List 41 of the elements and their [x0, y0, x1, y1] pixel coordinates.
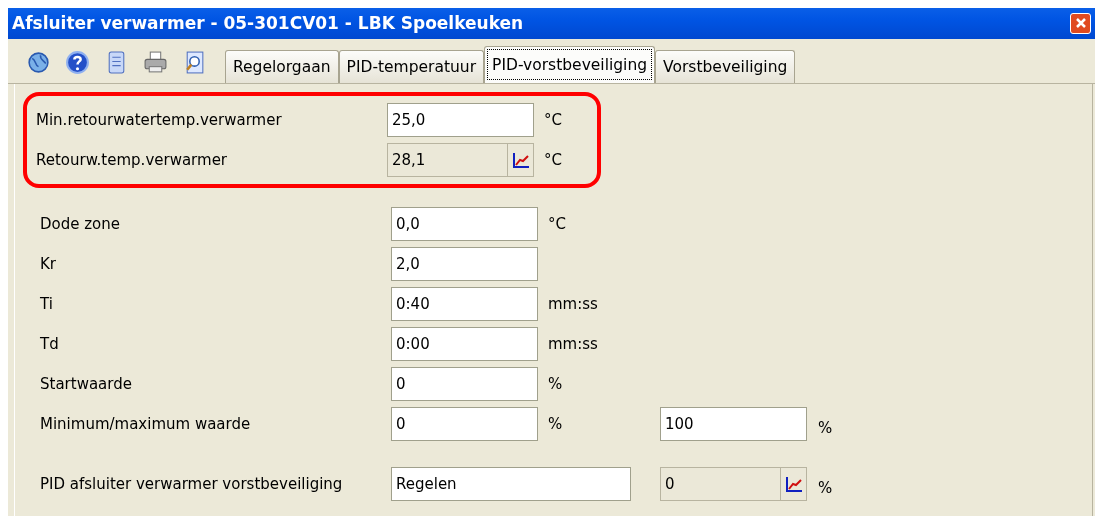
unit-label: °C [544, 110, 562, 129]
input-field[interactable]: Regelen [391, 467, 631, 501]
field-value: 0 [664, 475, 676, 493]
input-field[interactable]: 0,0 [391, 207, 538, 241]
input-field[interactable]: 0:40 [391, 287, 538, 321]
window-title: Afsluiter verwarmer - 05-301CV01 - LBK Spoelkeuken [12, 13, 524, 34]
printer-icon[interactable] [143, 49, 168, 75]
field-label: Min.retourwatertemp.verwarmer [35, 111, 283, 129]
input-field[interactable]: 0:00 [391, 327, 538, 361]
unit-label: % [548, 374, 563, 393]
field-label: Td [39, 335, 60, 353]
field-value: 28,1 [391, 151, 427, 169]
unit-label: % [818, 418, 833, 437]
field-label: Dode zone [39, 215, 122, 233]
unit-label: % [818, 478, 833, 497]
field-label: PID afsluiter verwarmer vorstbeveiliging [39, 475, 344, 493]
input-field[interactable]: 25,0 [387, 103, 534, 137]
help-icon[interactable] [65, 49, 90, 75]
input-field[interactable]: 100 [660, 407, 807, 441]
globe-icon[interactable] [26, 49, 51, 75]
input-field[interactable]: 2,0 [391, 247, 538, 281]
field-label: Startwaarde [39, 375, 133, 393]
trend-chart-icon [783, 475, 804, 493]
close-icon [1074, 17, 1087, 30]
unit-label: °C [548, 214, 566, 233]
tab[interactable]: PID-temperatuur [338, 50, 485, 83]
input-field[interactable]: 0 [391, 407, 538, 441]
field-label: Retourw.temp.verwarmer [35, 151, 229, 169]
tab[interactable]: Regelorgaan [225, 50, 339, 83]
input-field[interactable]: 0 [391, 367, 538, 401]
field-label: Minimum/maximum waarde [39, 415, 252, 433]
unit-label: mm:ss [548, 334, 598, 353]
unit-label: mm:ss [548, 294, 598, 313]
tab[interactable]: PID-vorstbeveiliging [484, 46, 656, 83]
trend-chart-icon [510, 151, 531, 169]
unit-label: °C [544, 150, 562, 169]
field-label: Kr [39, 255, 57, 273]
tab[interactable]: Vorstbeveiliging [655, 50, 796, 83]
close-button[interactable] [1070, 12, 1091, 34]
unit-label: % [548, 414, 563, 433]
field-label: Ti [39, 295, 54, 313]
